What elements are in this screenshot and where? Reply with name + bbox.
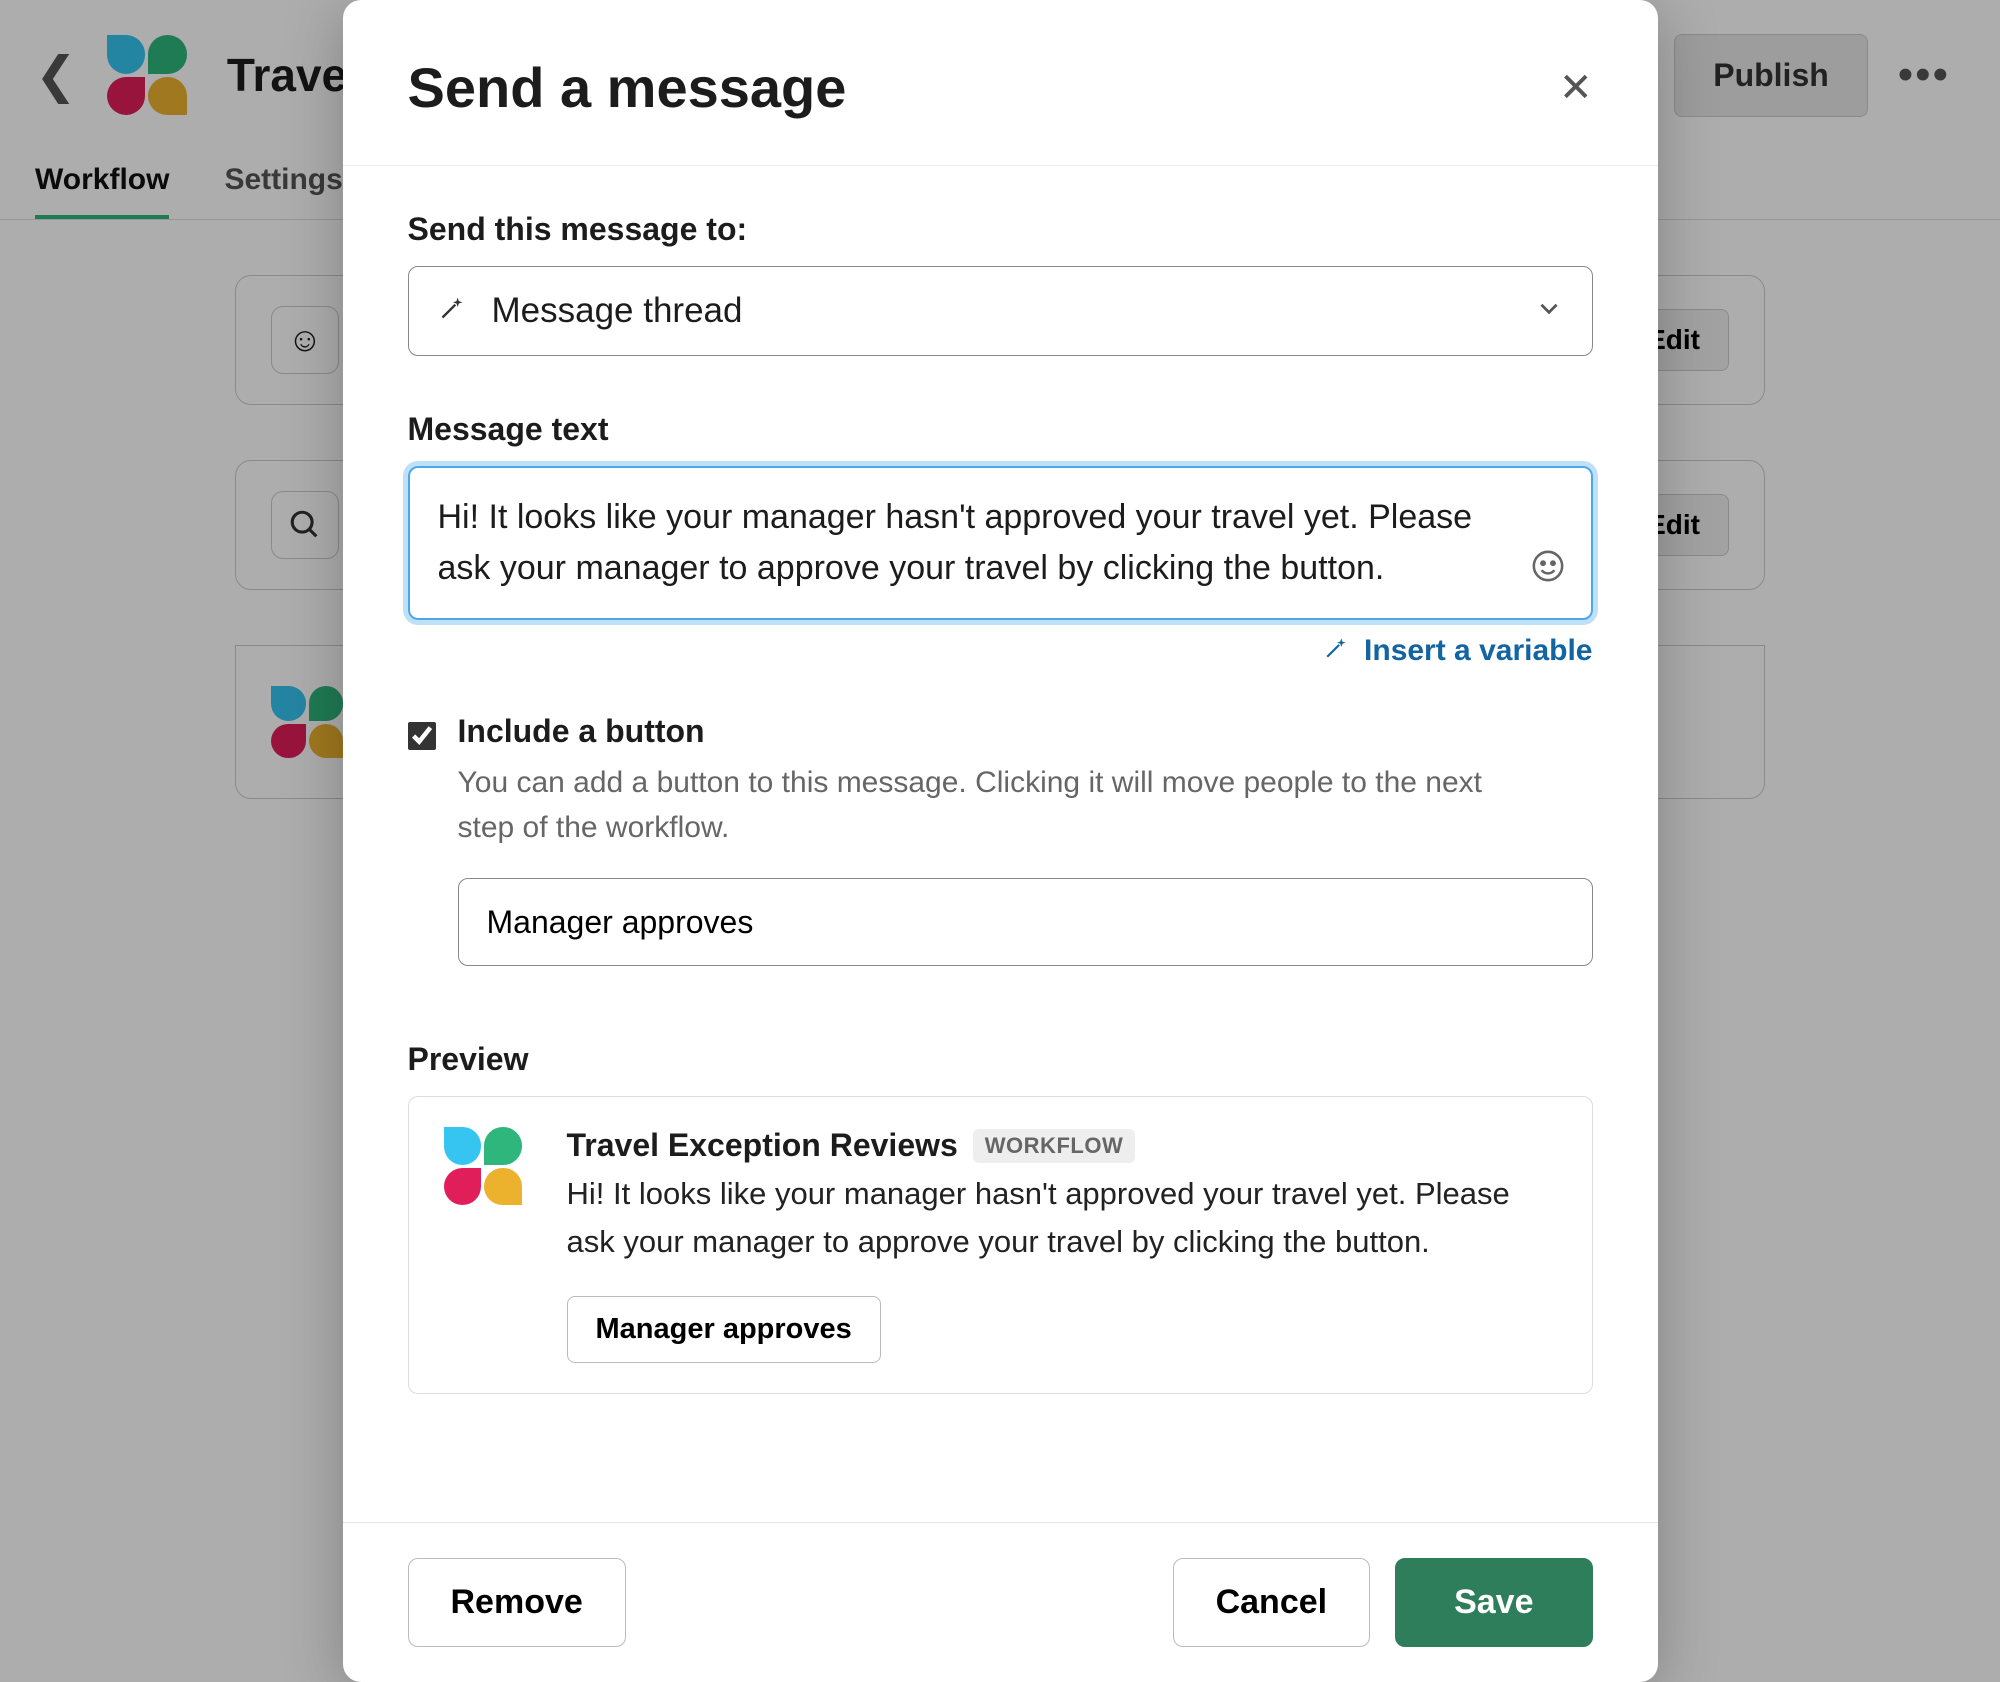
preview-message-text: Hi! It looks like your manager hasn't ap… xyxy=(567,1170,1557,1266)
preview-app-name: Travel Exception Reviews xyxy=(567,1127,958,1164)
close-icon[interactable]: ✕ xyxy=(1559,65,1593,111)
include-button-section: Include a button You can add a button to… xyxy=(408,713,1593,850)
remove-button[interactable]: Remove xyxy=(408,1558,626,1647)
slack-logo-icon xyxy=(444,1127,522,1205)
wand-icon xyxy=(439,293,467,329)
include-button-title: Include a button xyxy=(458,713,1538,750)
workflow-badge: WORKFLOW xyxy=(973,1129,1135,1163)
send-to-label: Send this message to: xyxy=(408,211,1593,248)
modal-body: Send this message to: Message thread Mes… xyxy=(343,166,1658,1522)
save-button[interactable]: Save xyxy=(1395,1558,1592,1647)
emoji-picker-icon[interactable] xyxy=(1531,549,1565,592)
cancel-button[interactable]: Cancel xyxy=(1173,1558,1371,1647)
preview-card: Travel Exception Reviews WORKFLOW Hi! It… xyxy=(408,1096,1593,1394)
workflow-builder-screen: ❮ Travel Publish ••• Workflow Settings ☺… xyxy=(0,0,2000,1682)
insert-variable-link[interactable]: Insert a variable xyxy=(408,634,1593,668)
preview-label: Preview xyxy=(408,1041,1593,1078)
send-to-select[interactable]: Message thread xyxy=(408,266,1593,356)
modal-title: Send a message xyxy=(408,55,847,120)
chevron-down-icon xyxy=(1536,295,1562,328)
send-message-modal: Send a message ✕ Send this message to: M… xyxy=(343,0,1658,1682)
include-button-desc: You can add a button to this message. Cl… xyxy=(458,760,1538,850)
modal-footer: Remove Cancel Save xyxy=(343,1522,1658,1682)
send-to-value: Message thread xyxy=(492,291,743,331)
button-label-input[interactable] xyxy=(458,878,1593,966)
modal-header: Send a message ✕ xyxy=(343,0,1658,166)
modal-overlay: Send a message ✕ Send this message to: M… xyxy=(0,0,2000,1682)
wand-icon xyxy=(1324,634,1358,667)
preview-action-button[interactable]: Manager approves xyxy=(567,1296,881,1363)
message-text-input[interactable]: Hi! It looks like your manager hasn't ap… xyxy=(408,466,1593,620)
message-text-label: Message text xyxy=(408,411,1593,448)
include-button-checkbox[interactable] xyxy=(408,722,436,750)
